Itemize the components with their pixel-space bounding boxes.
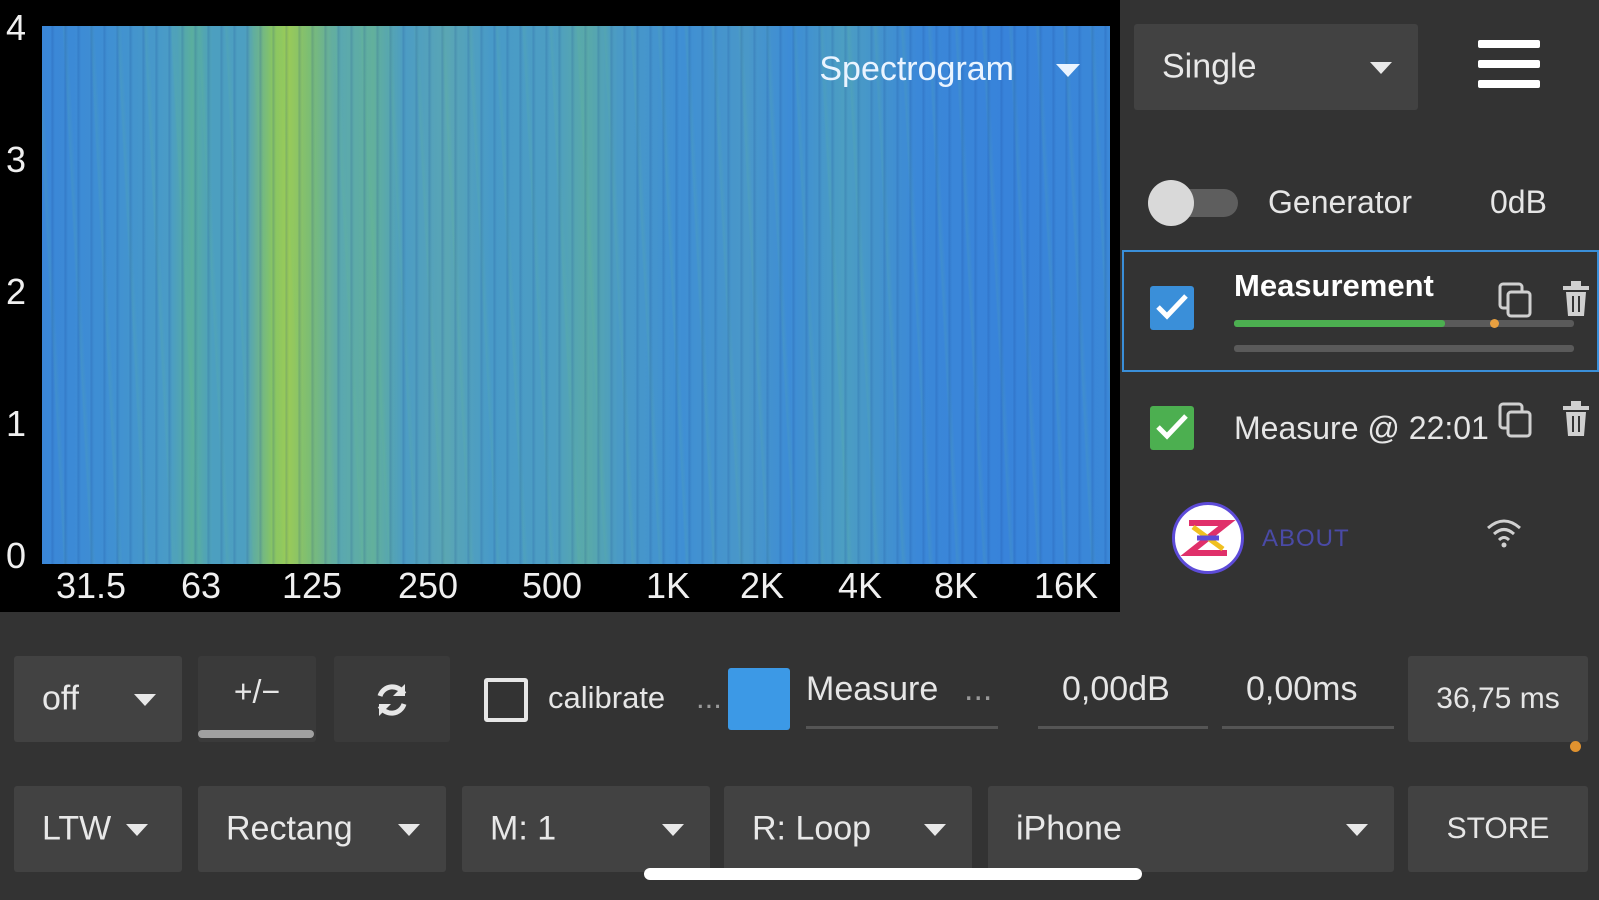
x-tick-label: 8K xyxy=(934,565,979,606)
generator-label: Generator xyxy=(1268,184,1413,220)
measurement-title: Measurement xyxy=(1234,268,1434,303)
y-tick-label: 0 xyxy=(6,535,27,576)
y-tick-label: 4 xyxy=(6,7,27,48)
measurement-progress-bar xyxy=(1234,319,1574,328)
trace-name-field[interactable]: Measure xyxy=(806,670,938,709)
delay-underline xyxy=(1222,726,1394,729)
x-tick-label: 1K xyxy=(646,565,691,606)
duration-button[interactable]: 36,75 ms xyxy=(1408,656,1588,742)
about-link[interactable]: ABOUT xyxy=(1262,525,1350,553)
trace-color-swatch[interactable] xyxy=(728,668,790,730)
mode-dropdown-label: Single xyxy=(1162,47,1257,86)
smoothing-dropdown[interactable]: off xyxy=(14,656,182,742)
chevron-down-icon xyxy=(924,824,946,836)
window-dropdown-label: Rectang xyxy=(226,809,353,848)
chevron-down-icon xyxy=(1346,824,1368,836)
measure-mode-label: M: 1 xyxy=(490,809,557,848)
spectrogram-plot[interactable]: 4 3 2 1 0 Spectrogram 31.5 63 125 250 50… xyxy=(0,0,1120,612)
gain-field[interactable]: 0,00dB xyxy=(1062,670,1170,709)
trash-icon[interactable] xyxy=(1560,280,1592,318)
measurement-checkbox[interactable] xyxy=(1150,406,1194,450)
x-tick-label: 16K xyxy=(1034,565,1099,606)
measurement-level-bar xyxy=(1234,345,1574,352)
duration-label: 36,75 ms xyxy=(1436,682,1560,715)
x-tick-label: 2K xyxy=(740,565,785,606)
menu-icon[interactable] xyxy=(1478,40,1540,90)
invert-underline xyxy=(198,730,314,738)
generator-toggle[interactable] xyxy=(1148,180,1242,226)
x-tick-label: 63 xyxy=(181,565,222,606)
trace-name-more: ... xyxy=(964,670,993,708)
chevron-down-icon xyxy=(662,824,684,836)
wifi-icon[interactable] xyxy=(1486,518,1522,548)
progress-fill xyxy=(1234,320,1445,327)
calibrate-checkbox[interactable] xyxy=(484,678,528,722)
device-dropdown-label: iPhone xyxy=(1016,809,1122,848)
chevron-down-icon xyxy=(398,824,420,836)
spectrogram-image: Spectrogram xyxy=(42,26,1110,564)
measurement-title: Measure @ 22:01 xyxy=(1234,410,1489,446)
chevron-down-icon xyxy=(126,824,148,836)
refresh-icon xyxy=(377,684,407,716)
chevron-down-icon xyxy=(1370,62,1392,74)
x-tick-label: 125 xyxy=(282,565,343,606)
trace-name-underline xyxy=(806,726,998,729)
chevron-down-icon xyxy=(134,694,156,706)
copy-icon[interactable] xyxy=(1496,400,1536,440)
generator-level[interactable]: 0dB xyxy=(1490,184,1547,221)
repeat-dropdown-label: R: Loop xyxy=(752,809,872,848)
x-tick-label: 31.5 xyxy=(56,565,127,606)
y-tick-label: 3 xyxy=(6,139,27,180)
y-tick-label: 1 xyxy=(6,403,27,444)
refresh-button[interactable] xyxy=(334,656,450,742)
app-logo[interactable] xyxy=(1172,502,1244,574)
plot-type-label[interactable]: Spectrogram xyxy=(819,50,1014,89)
mode-dropdown[interactable]: Single xyxy=(1134,24,1418,110)
calibrate-more[interactable]: ... xyxy=(696,680,722,716)
store-button[interactable]: STORE xyxy=(1408,786,1588,872)
progress-marker xyxy=(1490,319,1499,328)
status-indicator xyxy=(1570,741,1581,752)
store-button-label: STORE xyxy=(1446,812,1550,845)
delay-field[interactable]: 0,00ms xyxy=(1246,670,1358,709)
measurement-checkbox[interactable] xyxy=(1150,286,1194,330)
window-dropdown[interactable]: Rectang xyxy=(198,786,446,872)
device-dropdown[interactable]: iPhone xyxy=(988,786,1394,872)
weighting-dropdown[interactable]: LTW xyxy=(14,786,182,872)
x-tick-label: 500 xyxy=(522,565,583,606)
home-indicator[interactable] xyxy=(644,868,1142,880)
x-tick-label: 4K xyxy=(838,565,883,606)
weighting-dropdown-label: LTW xyxy=(42,809,112,848)
y-tick-label: 2 xyxy=(6,271,27,312)
invert-button-label: +/− xyxy=(233,673,281,710)
repeat-dropdown[interactable]: R: Loop xyxy=(724,786,972,872)
gain-underline xyxy=(1038,726,1208,729)
chevron-down-icon[interactable] xyxy=(1056,64,1080,77)
calibrate-label: calibrate xyxy=(548,680,666,715)
trash-icon[interactable] xyxy=(1560,400,1592,438)
x-tick-label: 250 xyxy=(398,565,459,606)
copy-icon[interactable] xyxy=(1496,280,1536,320)
measure-mode-dropdown[interactable]: M: 1 xyxy=(462,786,710,872)
smoothing-dropdown-label: off xyxy=(42,679,80,718)
